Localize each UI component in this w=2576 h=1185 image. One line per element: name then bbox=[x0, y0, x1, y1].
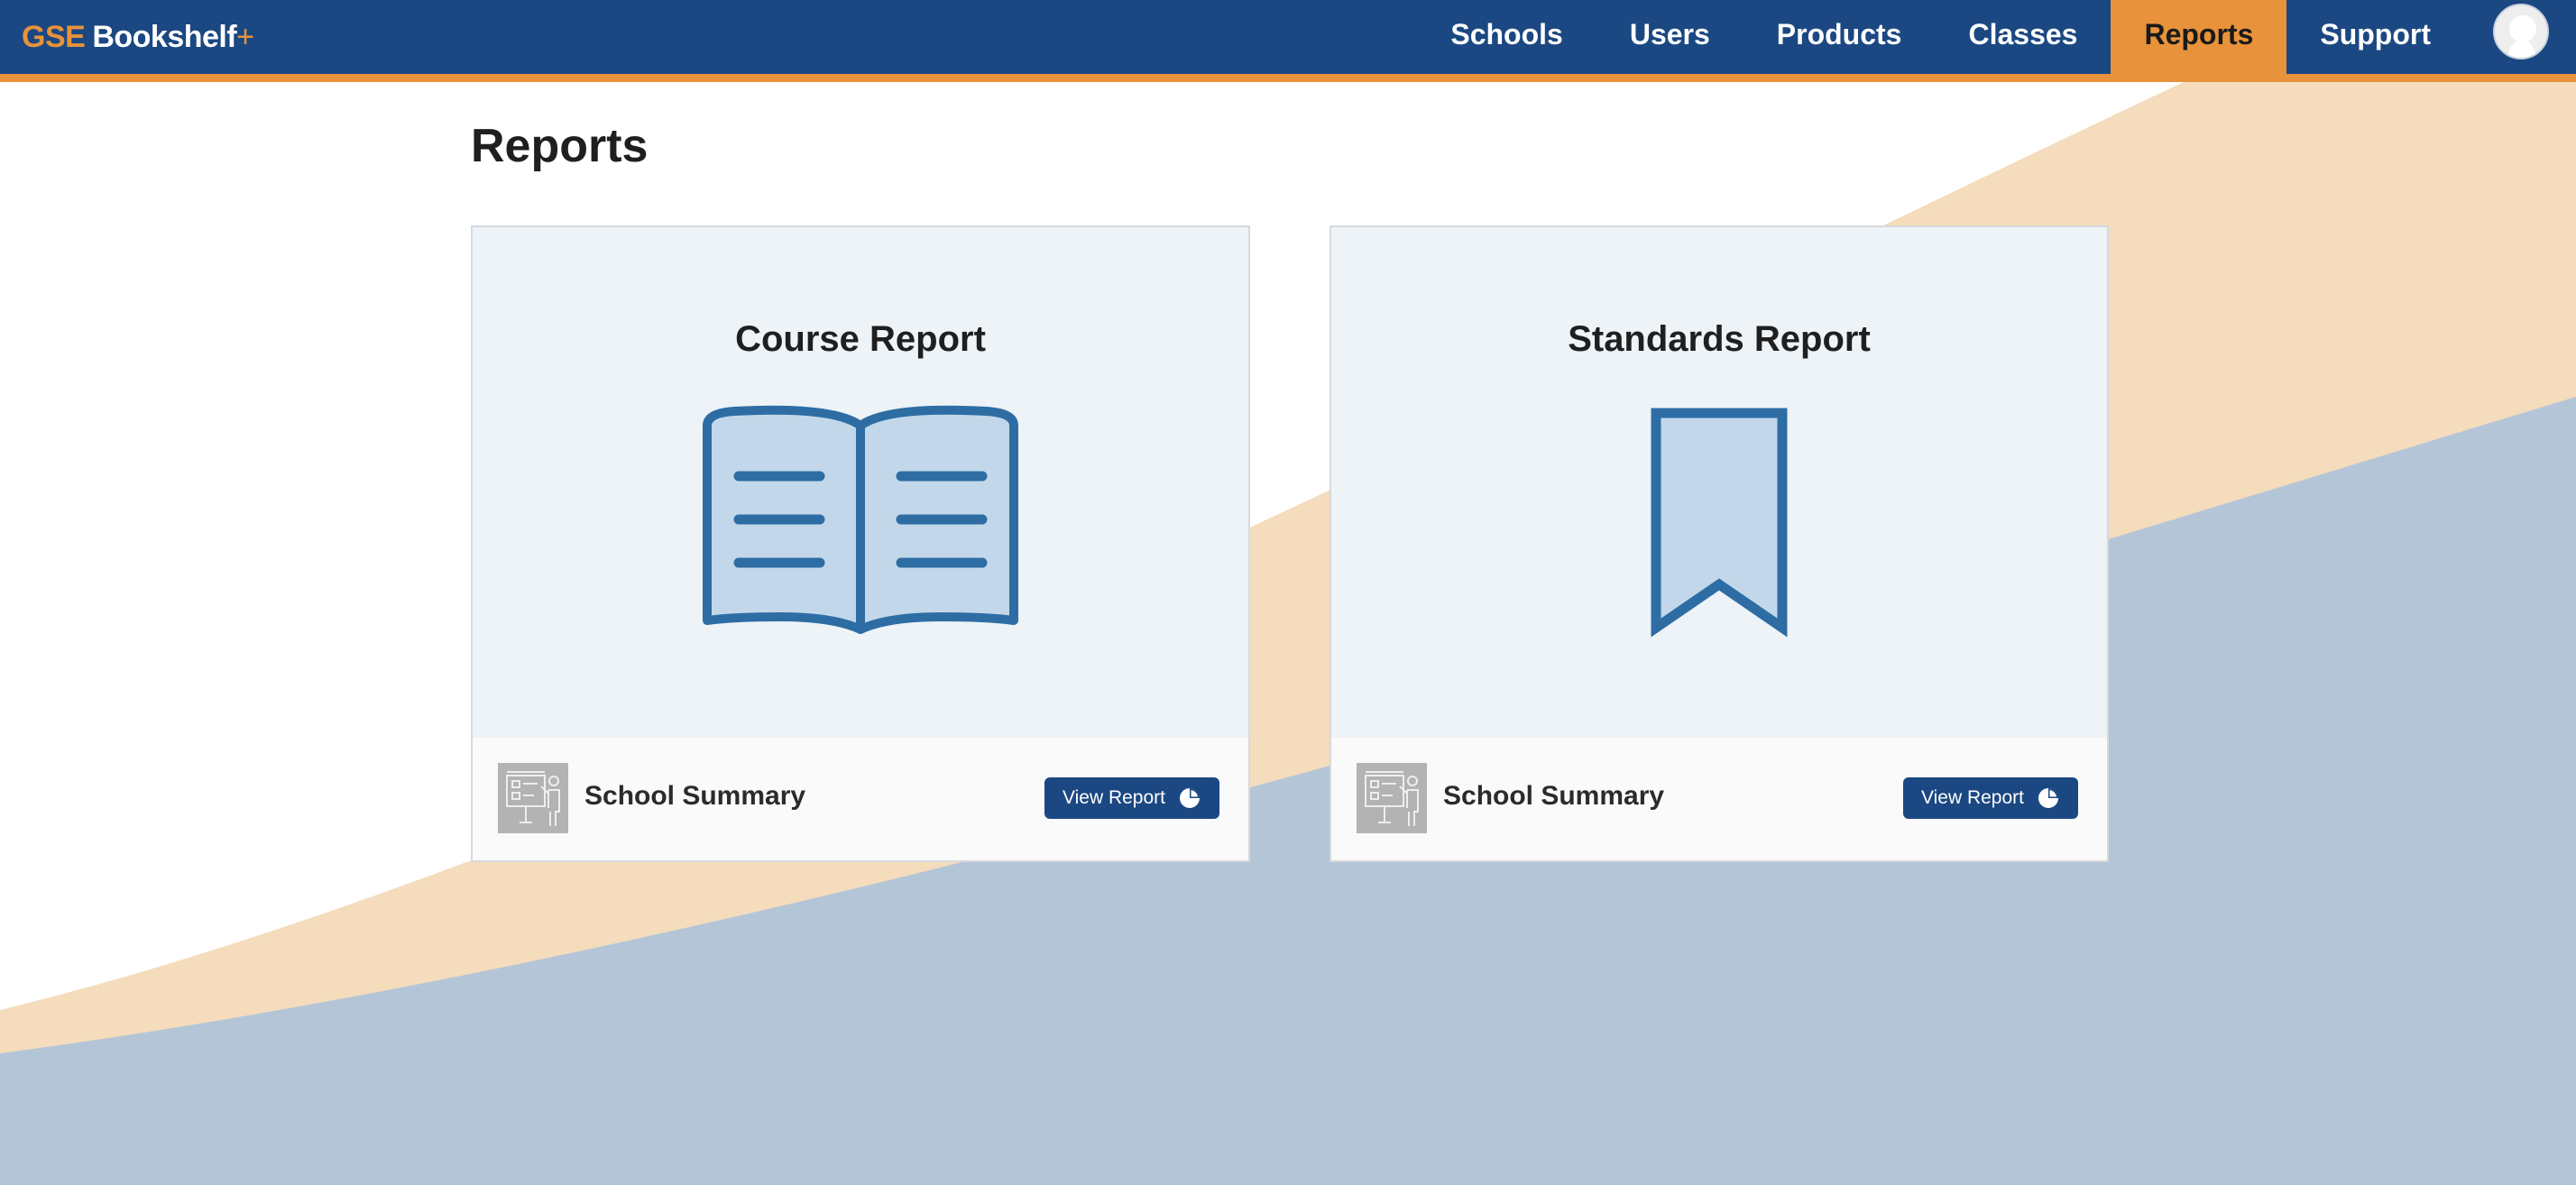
nav-schools[interactable]: Schools bbox=[1417, 0, 1596, 74]
top-navigation-bar: GSE Bookshelf+ Schools Users Products Cla… bbox=[0, 0, 2576, 82]
view-report-button[interactable]: View Report bbox=[1903, 777, 2078, 819]
logo-gse: GSE bbox=[22, 20, 86, 54]
school-summary-label: School Summary bbox=[584, 781, 806, 811]
app-logo[interactable]: GSE Bookshelf+ bbox=[22, 18, 254, 56]
teacher-presentation-icon bbox=[1357, 763, 1427, 833]
course-report-card: Course Report School Summary View Report bbox=[471, 225, 1250, 862]
main-nav: Schools Users Products Classes Reports S… bbox=[1417, 0, 2464, 74]
background-waves bbox=[0, 74, 2576, 1185]
pie-chart-icon bbox=[2038, 788, 2058, 808]
standards-report-card: Standards Report School Summary View Rep… bbox=[1329, 225, 2109, 862]
card-title: Course Report bbox=[735, 319, 986, 359]
page-title: Reports bbox=[471, 120, 649, 172]
pie-chart-icon bbox=[1180, 788, 1200, 808]
card-footer: School Summary View Report bbox=[473, 738, 1248, 860]
nav-classes[interactable]: Classes bbox=[1935, 0, 2111, 74]
bookmark-icon bbox=[1651, 408, 1788, 638]
open-book-icon bbox=[703, 405, 1018, 634]
card-header-area: Standards Report bbox=[1331, 227, 2107, 741]
card-title: Standards Report bbox=[1568, 319, 1871, 359]
nav-reports[interactable]: Reports bbox=[2111, 0, 2287, 74]
view-report-label: View Report bbox=[1062, 787, 1165, 808]
logo-bookshelf: Bookshelf bbox=[92, 20, 237, 54]
card-footer: School Summary View Report bbox=[1331, 738, 2107, 860]
nav-products[interactable]: Products bbox=[1743, 0, 1936, 74]
user-avatar[interactable] bbox=[2493, 4, 2549, 60]
card-header-area: Course Report bbox=[473, 227, 1248, 741]
view-report-button[interactable]: View Report bbox=[1044, 777, 1219, 819]
nav-support[interactable]: Support bbox=[2286, 0, 2464, 74]
teacher-presentation-icon bbox=[498, 763, 568, 833]
user-avatar-icon bbox=[2495, 5, 2547, 58]
school-summary-label: School Summary bbox=[1443, 781, 1665, 811]
view-report-label: View Report bbox=[1920, 787, 2024, 808]
nav-users[interactable]: Users bbox=[1596, 0, 1743, 74]
logo-plus: + bbox=[236, 20, 254, 54]
